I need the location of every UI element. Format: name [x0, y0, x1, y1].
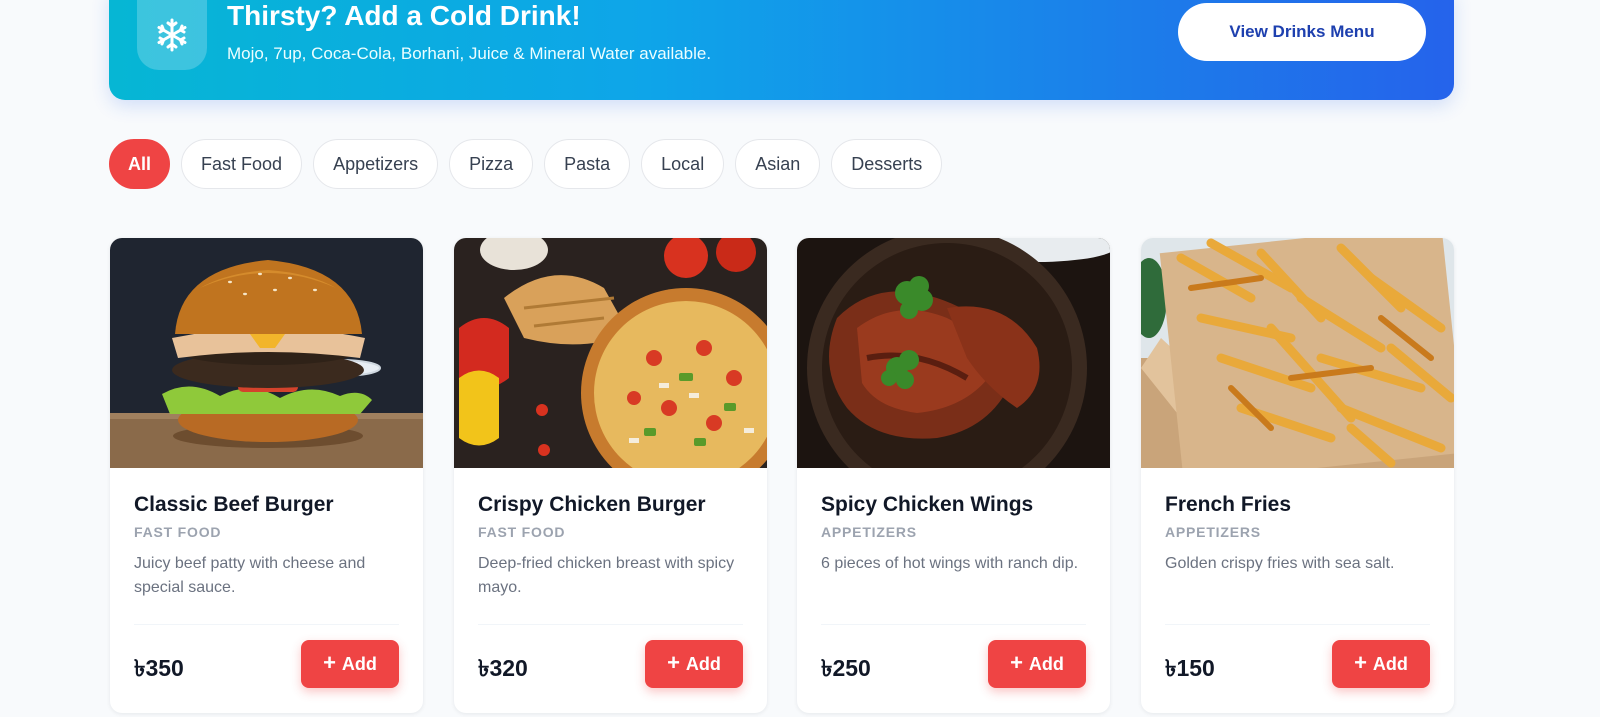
product-price: ৳350	[134, 655, 184, 681]
plus-icon: +	[1010, 650, 1023, 675]
filter-chip-fast-food[interactable]: Fast Food	[181, 139, 303, 189]
plus-icon: +	[323, 650, 336, 675]
product-description: Juicy beef patty with cheese and special…	[134, 555, 366, 596]
product-name: French Fries	[1165, 493, 1292, 516]
add-label: Add	[1028, 653, 1064, 674]
product-category: Fast Food	[478, 524, 566, 540]
add-label: Add	[341, 653, 377, 674]
product-name: Spicy Chicken Wings	[821, 493, 1034, 516]
divider	[821, 624, 1086, 625]
product-card: French Fries Appetizers Golden crispy fr…	[1141, 238, 1454, 713]
product-category: Appetizers	[821, 524, 917, 540]
view-drinks-menu-button[interactable]: View Drinks Menu	[1178, 3, 1426, 61]
filter-chip-local[interactable]: Local	[641, 139, 725, 189]
plus-icon: +	[1354, 650, 1367, 675]
add-label: Add	[685, 653, 721, 674]
product-price: ৳150	[1165, 655, 1215, 681]
filter-chip-appetizers[interactable]: Appetizers	[313, 139, 439, 189]
product-description: Golden crispy fries with sea salt.	[1165, 555, 1395, 572]
burger-photo	[110, 238, 423, 468]
filter-chip-all[interactable]: All	[109, 139, 171, 189]
product-category: Fast Food	[134, 524, 222, 540]
snowflake-icon	[137, 0, 207, 70]
product-description: Deep-fried chicken breast with spicy may…	[478, 555, 735, 596]
product-price: ৳250	[821, 655, 871, 681]
french-fries-photo	[1141, 238, 1454, 468]
banner-subtitle: Mojo, 7up, Coca-Cola, Borhani, Juice & M…	[227, 44, 712, 63]
filter-chip-pizza[interactable]: Pizza	[449, 139, 534, 189]
chicken-wings-photo	[797, 238, 1110, 468]
add-to-cart-button[interactable]: + Add	[988, 640, 1086, 688]
drinks-promo-banner: Thirsty? Add a Cold Drink! Mojo, 7up, Co…	[109, 0, 1454, 100]
product-price: ৳320	[478, 655, 528, 681]
banner-title: Thirsty? Add a Cold Drink!	[227, 0, 581, 31]
filter-chip-pasta[interactable]: Pasta	[544, 139, 631, 189]
product-card: Crispy Chicken Burger Fast Food Deep-fri…	[454, 238, 767, 713]
plus-icon: +	[667, 650, 680, 675]
category-filter-bar: All Fast Food Appetizers Pizza Pasta Loc…	[109, 139, 943, 189]
product-name: Classic Beef Burger	[134, 493, 334, 516]
product-card: Classic Beef Burger Fast Food Juicy beef…	[110, 238, 423, 713]
add-to-cart-button[interactable]: + Add	[301, 640, 399, 688]
pizza-photo	[454, 238, 767, 468]
product-card: Spicy Chicken Wings Appetizers 6 pieces …	[797, 238, 1110, 713]
add-label: Add	[1372, 653, 1408, 674]
add-to-cart-button[interactable]: + Add	[1332, 640, 1430, 688]
divider	[478, 624, 743, 625]
product-name: Crispy Chicken Burger	[478, 493, 706, 516]
product-description: 6 pieces of hot wings with ranch dip.	[821, 555, 1079, 572]
divider	[1165, 624, 1430, 625]
add-to-cart-button[interactable]: + Add	[645, 640, 743, 688]
filter-chip-desserts[interactable]: Desserts	[831, 139, 943, 189]
divider	[134, 624, 399, 625]
filter-chip-asian[interactable]: Asian	[735, 139, 821, 189]
product-category: Appetizers	[1165, 524, 1261, 540]
